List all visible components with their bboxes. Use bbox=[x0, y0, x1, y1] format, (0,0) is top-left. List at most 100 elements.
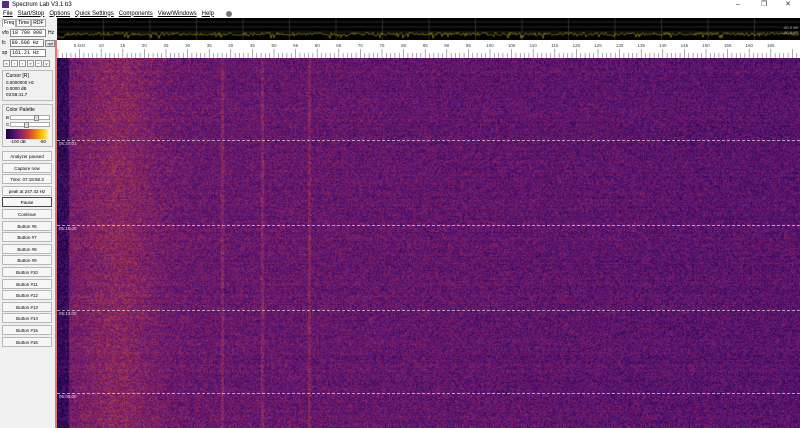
menu-help[interactable]: Help bbox=[202, 11, 214, 17]
ruler-tick-label: 160 bbox=[745, 43, 753, 48]
close-button[interactable]: ✕ bbox=[778, 0, 798, 9]
sp-label: sp bbox=[2, 50, 8, 56]
ruler-tick-label: 45 bbox=[250, 43, 256, 48]
ruler-tick-label: 135 bbox=[637, 43, 645, 48]
scroll-far-left-button[interactable]: « bbox=[3, 60, 10, 67]
button-button-8[interactable]: Button #8 bbox=[2, 243, 52, 254]
brightness-label: B bbox=[6, 114, 10, 120]
ruler-tick-label: 120 bbox=[573, 43, 581, 48]
waterfall-display[interactable] bbox=[57, 58, 800, 428]
ruler-tick-label: 30 bbox=[185, 43, 191, 48]
ruler-tick-label: 85 bbox=[423, 43, 429, 48]
cursor-group: Cursor [R] 0.0000000 Hz 0.0000 dB 03:58:… bbox=[2, 70, 53, 101]
ruler-tick-label: 80 bbox=[401, 43, 407, 48]
button-analyzer-paused[interactable]: Analyzer paused bbox=[2, 151, 52, 161]
cursor-title: Cursor [R] bbox=[6, 73, 29, 79]
menu-options[interactable]: Options bbox=[49, 11, 70, 17]
button-button-6[interactable]: Button #6 bbox=[2, 220, 52, 231]
menu-components[interactable]: Components bbox=[119, 11, 153, 17]
palette-title: Color Palette bbox=[6, 107, 35, 113]
timestamp-label: 05:15:00 bbox=[59, 226, 77, 231]
fc-option-button[interactable]: opt bbox=[45, 39, 55, 47]
palette-min: -100 dB bbox=[10, 139, 26, 144]
ruler-tick-label: 150 bbox=[702, 43, 710, 48]
timestamp-label: 05:05:00 bbox=[59, 394, 77, 399]
button-button-14[interactable]: Button #14 bbox=[2, 313, 52, 324]
spectrum-graph[interactable] bbox=[57, 18, 800, 40]
vfo-unit: Hz bbox=[48, 30, 55, 36]
brightness-slider[interactable] bbox=[10, 114, 50, 121]
slider-thumb[interactable] bbox=[23, 121, 29, 128]
ruler-tick-label: 125 bbox=[594, 43, 602, 48]
minimize-button[interactable]: – bbox=[728, 0, 748, 9]
button-button-10[interactable]: Button #10 bbox=[2, 266, 52, 277]
ruler-tick-label: 155 bbox=[724, 43, 732, 48]
frequency-ruler[interactable]: 5 kHz 10 15 20 25 30 35 40 45 50 55 60 65 70 75 80 85 90 9… bbox=[57, 40, 800, 58]
tab-time[interactable]: Time bbox=[16, 19, 32, 27]
ruler-tick-label: 100 bbox=[486, 43, 494, 48]
vfo-label: vfo bbox=[2, 30, 9, 36]
button-button-15[interactable]: Button #15 bbox=[2, 324, 52, 335]
ruler-tick-label: 90 bbox=[444, 43, 450, 48]
db-label: -80.0 dB bbox=[782, 30, 798, 35]
vfo-input[interactable]: 10 700 000 bbox=[10, 29, 46, 37]
ruler-tick-label: 25 bbox=[163, 43, 169, 48]
menu-start-stop[interactable]: Start/Stop bbox=[18, 11, 45, 17]
color-palette-bar bbox=[6, 129, 50, 139]
contrast-slider[interactable] bbox=[10, 121, 50, 128]
zoom-out-button[interactable]: v bbox=[43, 60, 50, 67]
fc-input[interactable]: 80.606 Hz bbox=[9, 39, 45, 47]
zoom-in-button[interactable]: ^ bbox=[35, 60, 42, 67]
tab-freq[interactable]: Freq bbox=[2, 19, 17, 27]
button-button-16[interactable]: Button #16 bbox=[2, 336, 52, 347]
ruler-tick-label: 70 bbox=[358, 43, 364, 48]
menu-bar: File Start/Stop Options Quick Settings C… bbox=[0, 9, 800, 18]
time-marker-line bbox=[57, 393, 800, 394]
button-capture-now[interactable]: Capture now bbox=[2, 162, 52, 173]
button-continue[interactable]: Continue bbox=[2, 208, 52, 219]
title-bar: Spectrum Lab V3.1 b3 – ❐ ✕ bbox=[0, 0, 800, 9]
ruler-tick-label: 15 bbox=[120, 43, 126, 48]
ruler-tick-label: 60 bbox=[315, 43, 321, 48]
scroll-right-button[interactable]: › bbox=[19, 60, 26, 67]
ruler-tick-label: 130 bbox=[616, 43, 624, 48]
ruler-tick-label: 35 bbox=[207, 43, 213, 48]
slider-thumb[interactable] bbox=[33, 114, 39, 121]
time-marker-line bbox=[57, 310, 800, 311]
scroll-left-button[interactable]: ‹ bbox=[11, 60, 18, 67]
button-peak-at-247-42-hz[interactable]: peak at 247.42 Hz bbox=[2, 185, 52, 196]
button-button-7[interactable]: Button #7 bbox=[2, 232, 52, 243]
restore-button[interactable]: ❐ bbox=[754, 0, 774, 9]
ruler-tick-label: 145 bbox=[681, 43, 689, 48]
palette-max: -50 bbox=[39, 139, 46, 144]
button-pause[interactable]: Pause bbox=[2, 197, 52, 208]
tab-rdf[interactable]: RDF bbox=[31, 19, 46, 27]
ruler-tick-label: 165 bbox=[767, 43, 775, 48]
ruler-tick-label: 10 bbox=[99, 43, 105, 48]
fc-label: fc bbox=[2, 40, 6, 46]
timestamp-label: 05:10:00 bbox=[59, 311, 77, 316]
button-button-13[interactable]: Button #13 bbox=[2, 301, 52, 312]
status-dot-icon[interactable] bbox=[226, 10, 233, 17]
ruler-tick-label: 140 bbox=[659, 43, 667, 48]
ruler-tick-label: 75 bbox=[379, 43, 385, 48]
app-icon bbox=[2, 1, 9, 8]
button-button-12[interactable]: Button #12 bbox=[2, 290, 52, 301]
span-input[interactable]: 161.21 Hz bbox=[10, 49, 46, 57]
scroll-far-right-button[interactable]: » bbox=[27, 60, 34, 67]
cursor-time: 03:58:41.7 bbox=[6, 92, 28, 97]
ruler-tick-label: 65 bbox=[336, 43, 342, 48]
time-marker-line bbox=[57, 140, 800, 141]
menu-file[interactable]: File bbox=[3, 11, 13, 17]
ruler-tick-label: 115 bbox=[551, 43, 559, 48]
button-time-07-18-58-3[interactable]: Time: 07:18:58.3 bbox=[2, 174, 52, 185]
ruler-tick-label: 5 kHz bbox=[74, 43, 86, 48]
menu-quick-settings[interactable]: Quick Settings bbox=[75, 11, 114, 17]
ruler-tick-label: 55 bbox=[293, 43, 299, 48]
ruler-tick-label: 40 bbox=[228, 43, 234, 48]
color-palette-group: Color Palette B C -100 dB -50 bbox=[2, 104, 53, 147]
button-button-11[interactable]: Button #11 bbox=[2, 278, 52, 289]
time-marker-line bbox=[57, 225, 800, 226]
button-button-9[interactable]: Button #9 bbox=[2, 255, 52, 266]
menu-view-windows[interactable]: View/Windows bbox=[158, 11, 197, 17]
